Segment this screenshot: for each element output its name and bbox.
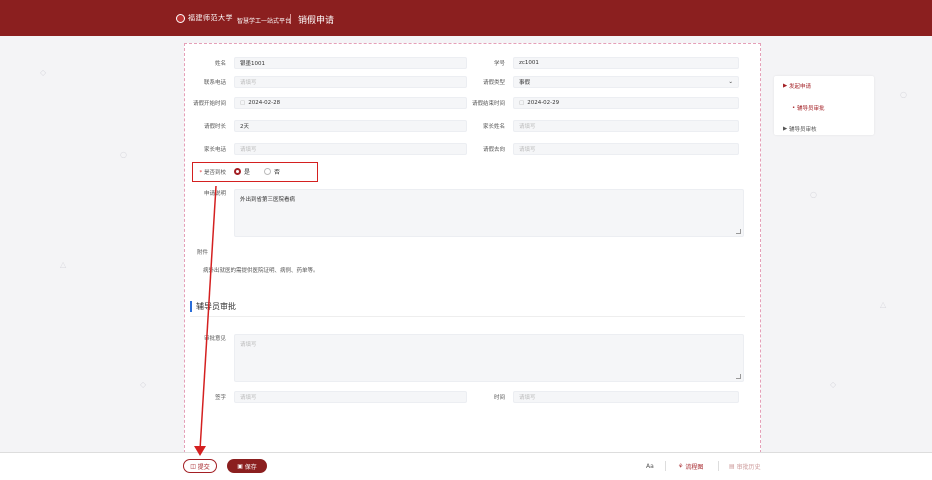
history-button[interactable]: ▤ 审批历史	[729, 462, 761, 471]
reason-textarea[interactable]: 外出到省第三医院看病	[234, 189, 744, 237]
bottom-bar	[0, 452, 932, 480]
submit-button[interactable]: ◫ 提交	[183, 459, 217, 473]
chevron-down-icon: ⌄	[728, 79, 733, 85]
start-time-label: 请假开始时间	[192, 101, 226, 107]
opinion-label: 审批意见	[203, 336, 226, 342]
save-button[interactable]: ▣ 保存	[227, 459, 267, 473]
parent-phone-label: 家长电话	[203, 147, 226, 153]
opinion-textarea[interactable]: 请填写	[234, 334, 744, 382]
section-divider	[190, 316, 745, 317]
font-size-toggle[interactable]: Aa	[646, 463, 654, 470]
attachment-hint: 病外出就医的需提供医院证明、病例、药单等。	[203, 268, 319, 274]
flowchart-button[interactable]: ⚘ 流程图	[678, 462, 703, 471]
history-icon: ▤	[729, 463, 735, 470]
student-id-field[interactable]: zc1001	[513, 57, 739, 69]
school-name: 福建师范大学	[188, 14, 233, 22]
calendar-icon: ▢	[519, 100, 525, 106]
signature-field[interactable]: 请填写	[234, 391, 467, 403]
sidebar-item-initiate[interactable]: ▶ 发起申请	[783, 82, 811, 90]
end-time-field[interactable]: ▢ 2024-02-29	[513, 97, 739, 109]
signature-label: 签字	[214, 395, 226, 401]
time-field[interactable]: 请填写	[513, 391, 739, 403]
top-bar: 福建师范大学 智慧学工一站式平台 销假申请	[0, 0, 932, 36]
phone-label: 联系电话	[203, 80, 226, 86]
school-logo: 福建师范大学	[176, 13, 233, 23]
triangle-right-icon: ▶	[783, 126, 788, 132]
destination-label: 请假去向	[482, 147, 505, 153]
divider	[290, 14, 291, 24]
duration-field[interactable]: 2天	[234, 120, 467, 132]
triangle-right-icon: ▶	[783, 83, 788, 89]
flowchart-icon: ⚘	[678, 463, 684, 470]
time-label: 时间	[493, 395, 505, 401]
end-time-label: 请假结束时间	[471, 101, 505, 107]
leave-type-select[interactable]: 事假 ⌄	[513, 76, 739, 88]
parent-phone-field[interactable]: 请填写	[234, 143, 467, 155]
page-title: 销假申请	[298, 16, 335, 26]
parent-name-field[interactable]: 请填写	[513, 120, 739, 132]
sidebar-subitem-approval[interactable]: • 辅导员审批	[792, 104, 825, 112]
name-field[interactable]: 银墨1001	[234, 57, 467, 69]
duration-label: 请假时长	[203, 124, 226, 130]
calendar-icon: ▢	[240, 100, 246, 106]
section-title: 辅导员审批	[190, 301, 236, 312]
platform-name: 智慧学工一站式平台	[237, 18, 292, 25]
seal-icon	[176, 13, 185, 23]
attachment-label: 附件	[197, 250, 209, 256]
reason-label: 申请说明	[203, 191, 226, 197]
parent-name-label: 家长姓名	[482, 124, 505, 130]
destination-field[interactable]: 请填写	[513, 143, 739, 155]
submit-icon: ◫	[190, 462, 196, 470]
save-icon: ▣	[237, 462, 243, 470]
id-label: 学号	[493, 61, 505, 67]
bullet-icon: •	[792, 105, 796, 111]
start-time-field[interactable]: ▢ 2024-02-28	[234, 97, 467, 109]
sidebar-item-review[interactable]: ▶ 辅导员审核	[783, 125, 817, 133]
name-label: 姓名	[214, 61, 226, 67]
phone-field[interactable]: 请填写	[234, 76, 467, 88]
highlight-box	[192, 162, 318, 182]
leave-type-label: 请假类型	[482, 80, 505, 86]
